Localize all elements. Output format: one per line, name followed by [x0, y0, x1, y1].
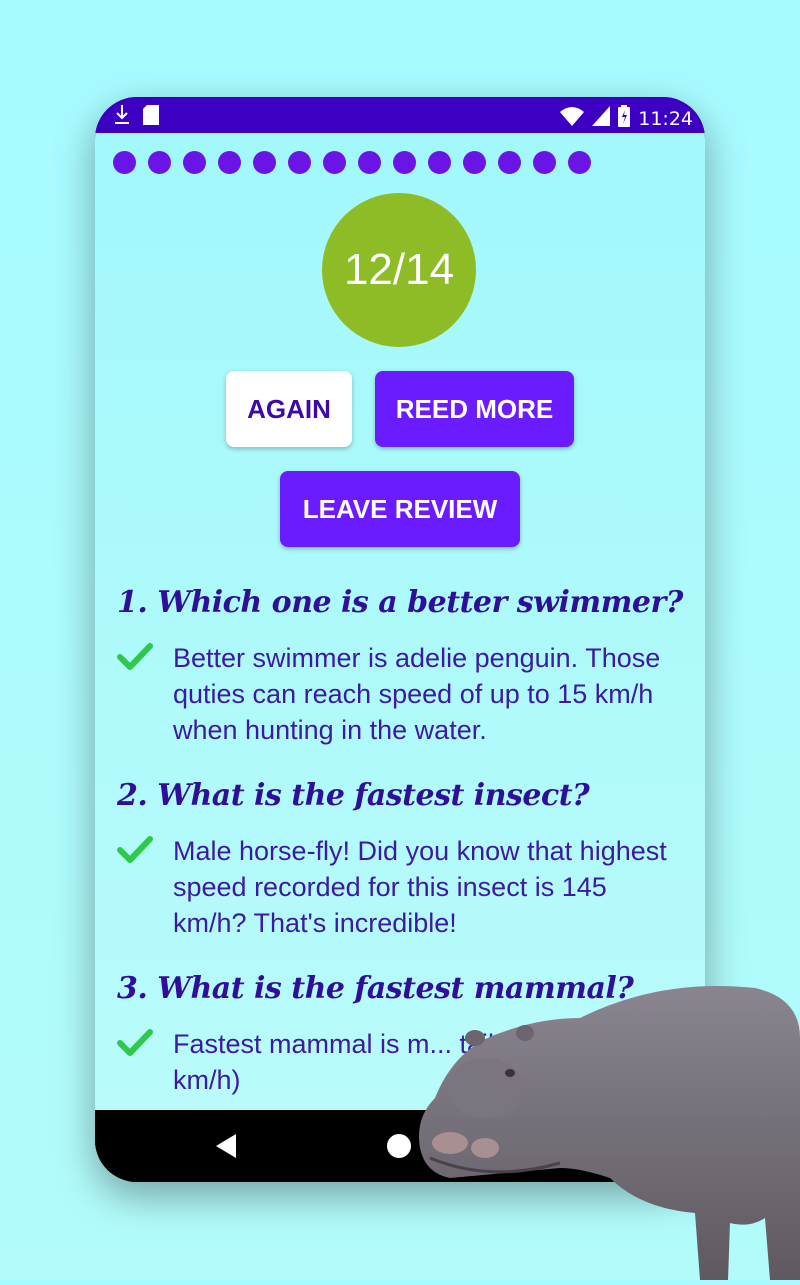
status-time: 11:24 [638, 107, 693, 130]
download-icon [115, 105, 129, 130]
progress-dot [288, 151, 311, 174]
question-title: 1. Which one is a better swimmer? [117, 585, 683, 620]
answer-text: Male horse-fly! Did you know that highes… [173, 836, 667, 938]
again-button[interactable]: AGAIN [226, 371, 352, 447]
progress-dot [463, 151, 486, 174]
progress-dot [358, 151, 381, 174]
leave-review-button[interactable]: LEAVE REVIEW [280, 471, 520, 547]
progress-dot [498, 151, 521, 174]
checkmark-icon [117, 833, 157, 870]
wifi-icon [560, 106, 585, 131]
progress-dot [218, 151, 241, 174]
list-item: 1. Which one is a better swimmer? Better… [117, 585, 687, 748]
progress-dots [113, 151, 591, 174]
progress-dot [323, 151, 346, 174]
progress-dot [183, 151, 206, 174]
cell-signal-icon [592, 106, 611, 131]
answer-text: Better swimmer is adelie penguin. Those … [173, 643, 661, 745]
back-icon[interactable] [216, 1134, 238, 1163]
hippo-image [410, 978, 800, 1280]
status-bar: 11:24 [95, 97, 705, 133]
progress-dot [568, 151, 591, 174]
results-screen: 12/14 AGAIN REED MORE LEAVE REVIEW 1. Wh… [95, 133, 705, 1110]
progress-dot [393, 151, 416, 174]
question-title: 2. What is the fastest insect? [117, 778, 590, 813]
sd-card-icon [143, 105, 159, 130]
home-icon[interactable] [387, 1134, 411, 1158]
progress-dot [533, 151, 556, 174]
progress-dot [428, 151, 451, 174]
progress-dot [113, 151, 136, 174]
list-item: 2. What is the fastest insect? Male hors… [117, 778, 687, 941]
battery-icon [618, 105, 631, 132]
progress-dot [148, 151, 171, 174]
read-more-button[interactable]: REED MORE [375, 371, 574, 447]
checkmark-icon [117, 1026, 157, 1063]
progress-dot [253, 151, 276, 174]
checkmark-icon [117, 640, 157, 677]
score-text: 12/14 [343, 245, 455, 294]
score-circle: 12/14 [322, 193, 476, 347]
